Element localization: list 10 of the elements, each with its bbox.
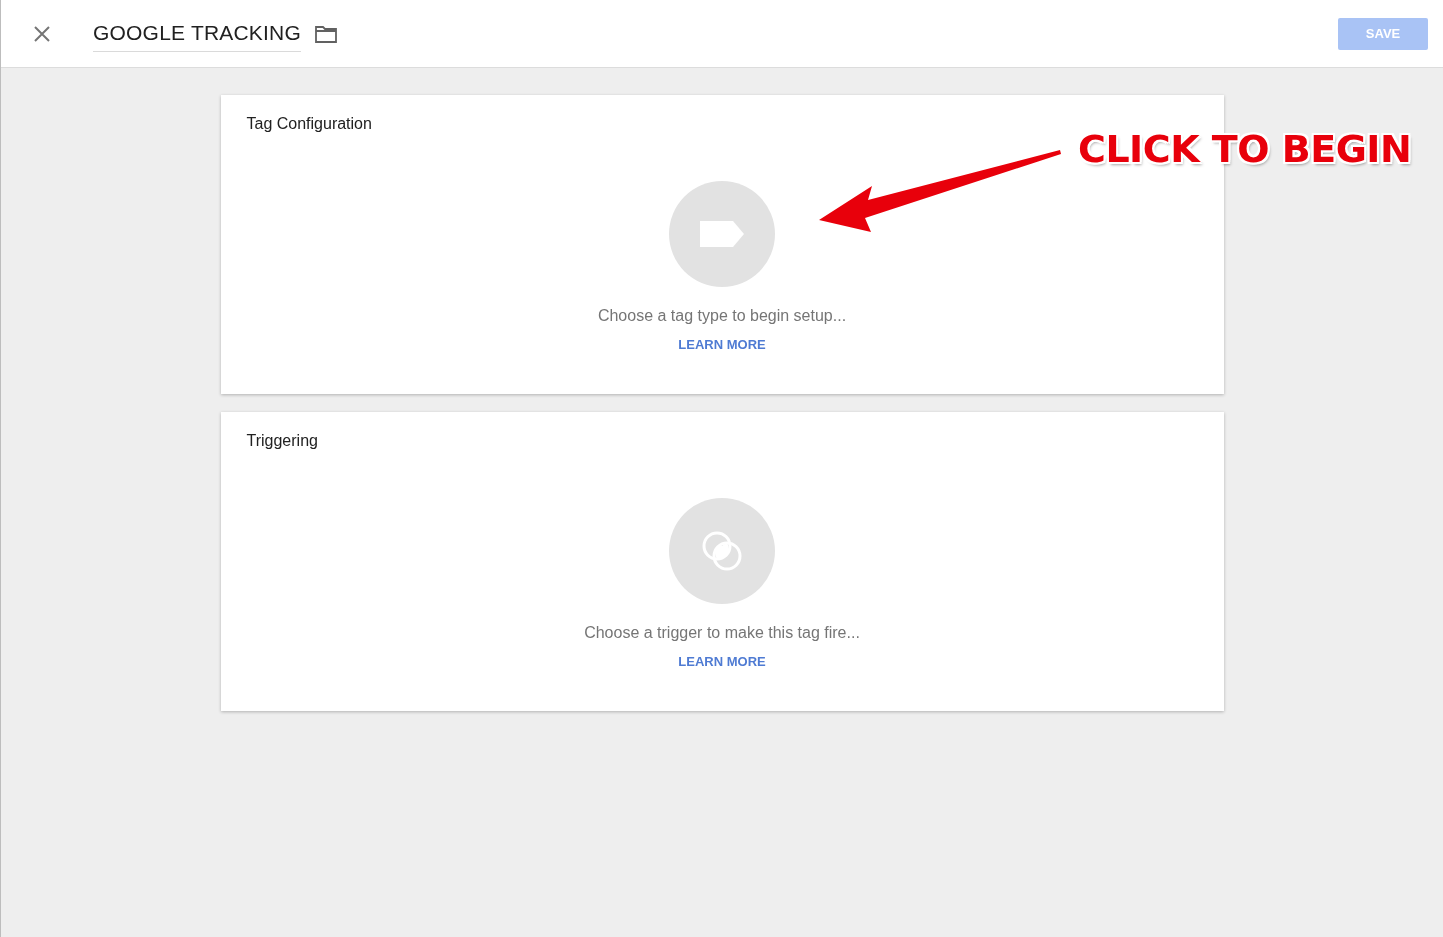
card-prompt: Choose a tag type to begin setup... <box>597 307 847 325</box>
folder-icon[interactable] <box>315 24 337 43</box>
card-title: Tag Configuration <box>246 115 372 133</box>
learn-more-link[interactable]: LEARN MORE <box>678 654 766 669</box>
tag-name-field[interactable]: GOOGLE TRACKING <box>93 21 301 52</box>
card-prompt: Choose a trigger to make this tag fire... <box>584 624 860 642</box>
tag-icon <box>699 220 745 248</box>
card-title: Triggering <box>246 432 318 450</box>
annotation-text: CLICK TO BEGIN <box>1078 127 1412 171</box>
learn-more-link[interactable]: LEARN MORE <box>678 337 766 352</box>
